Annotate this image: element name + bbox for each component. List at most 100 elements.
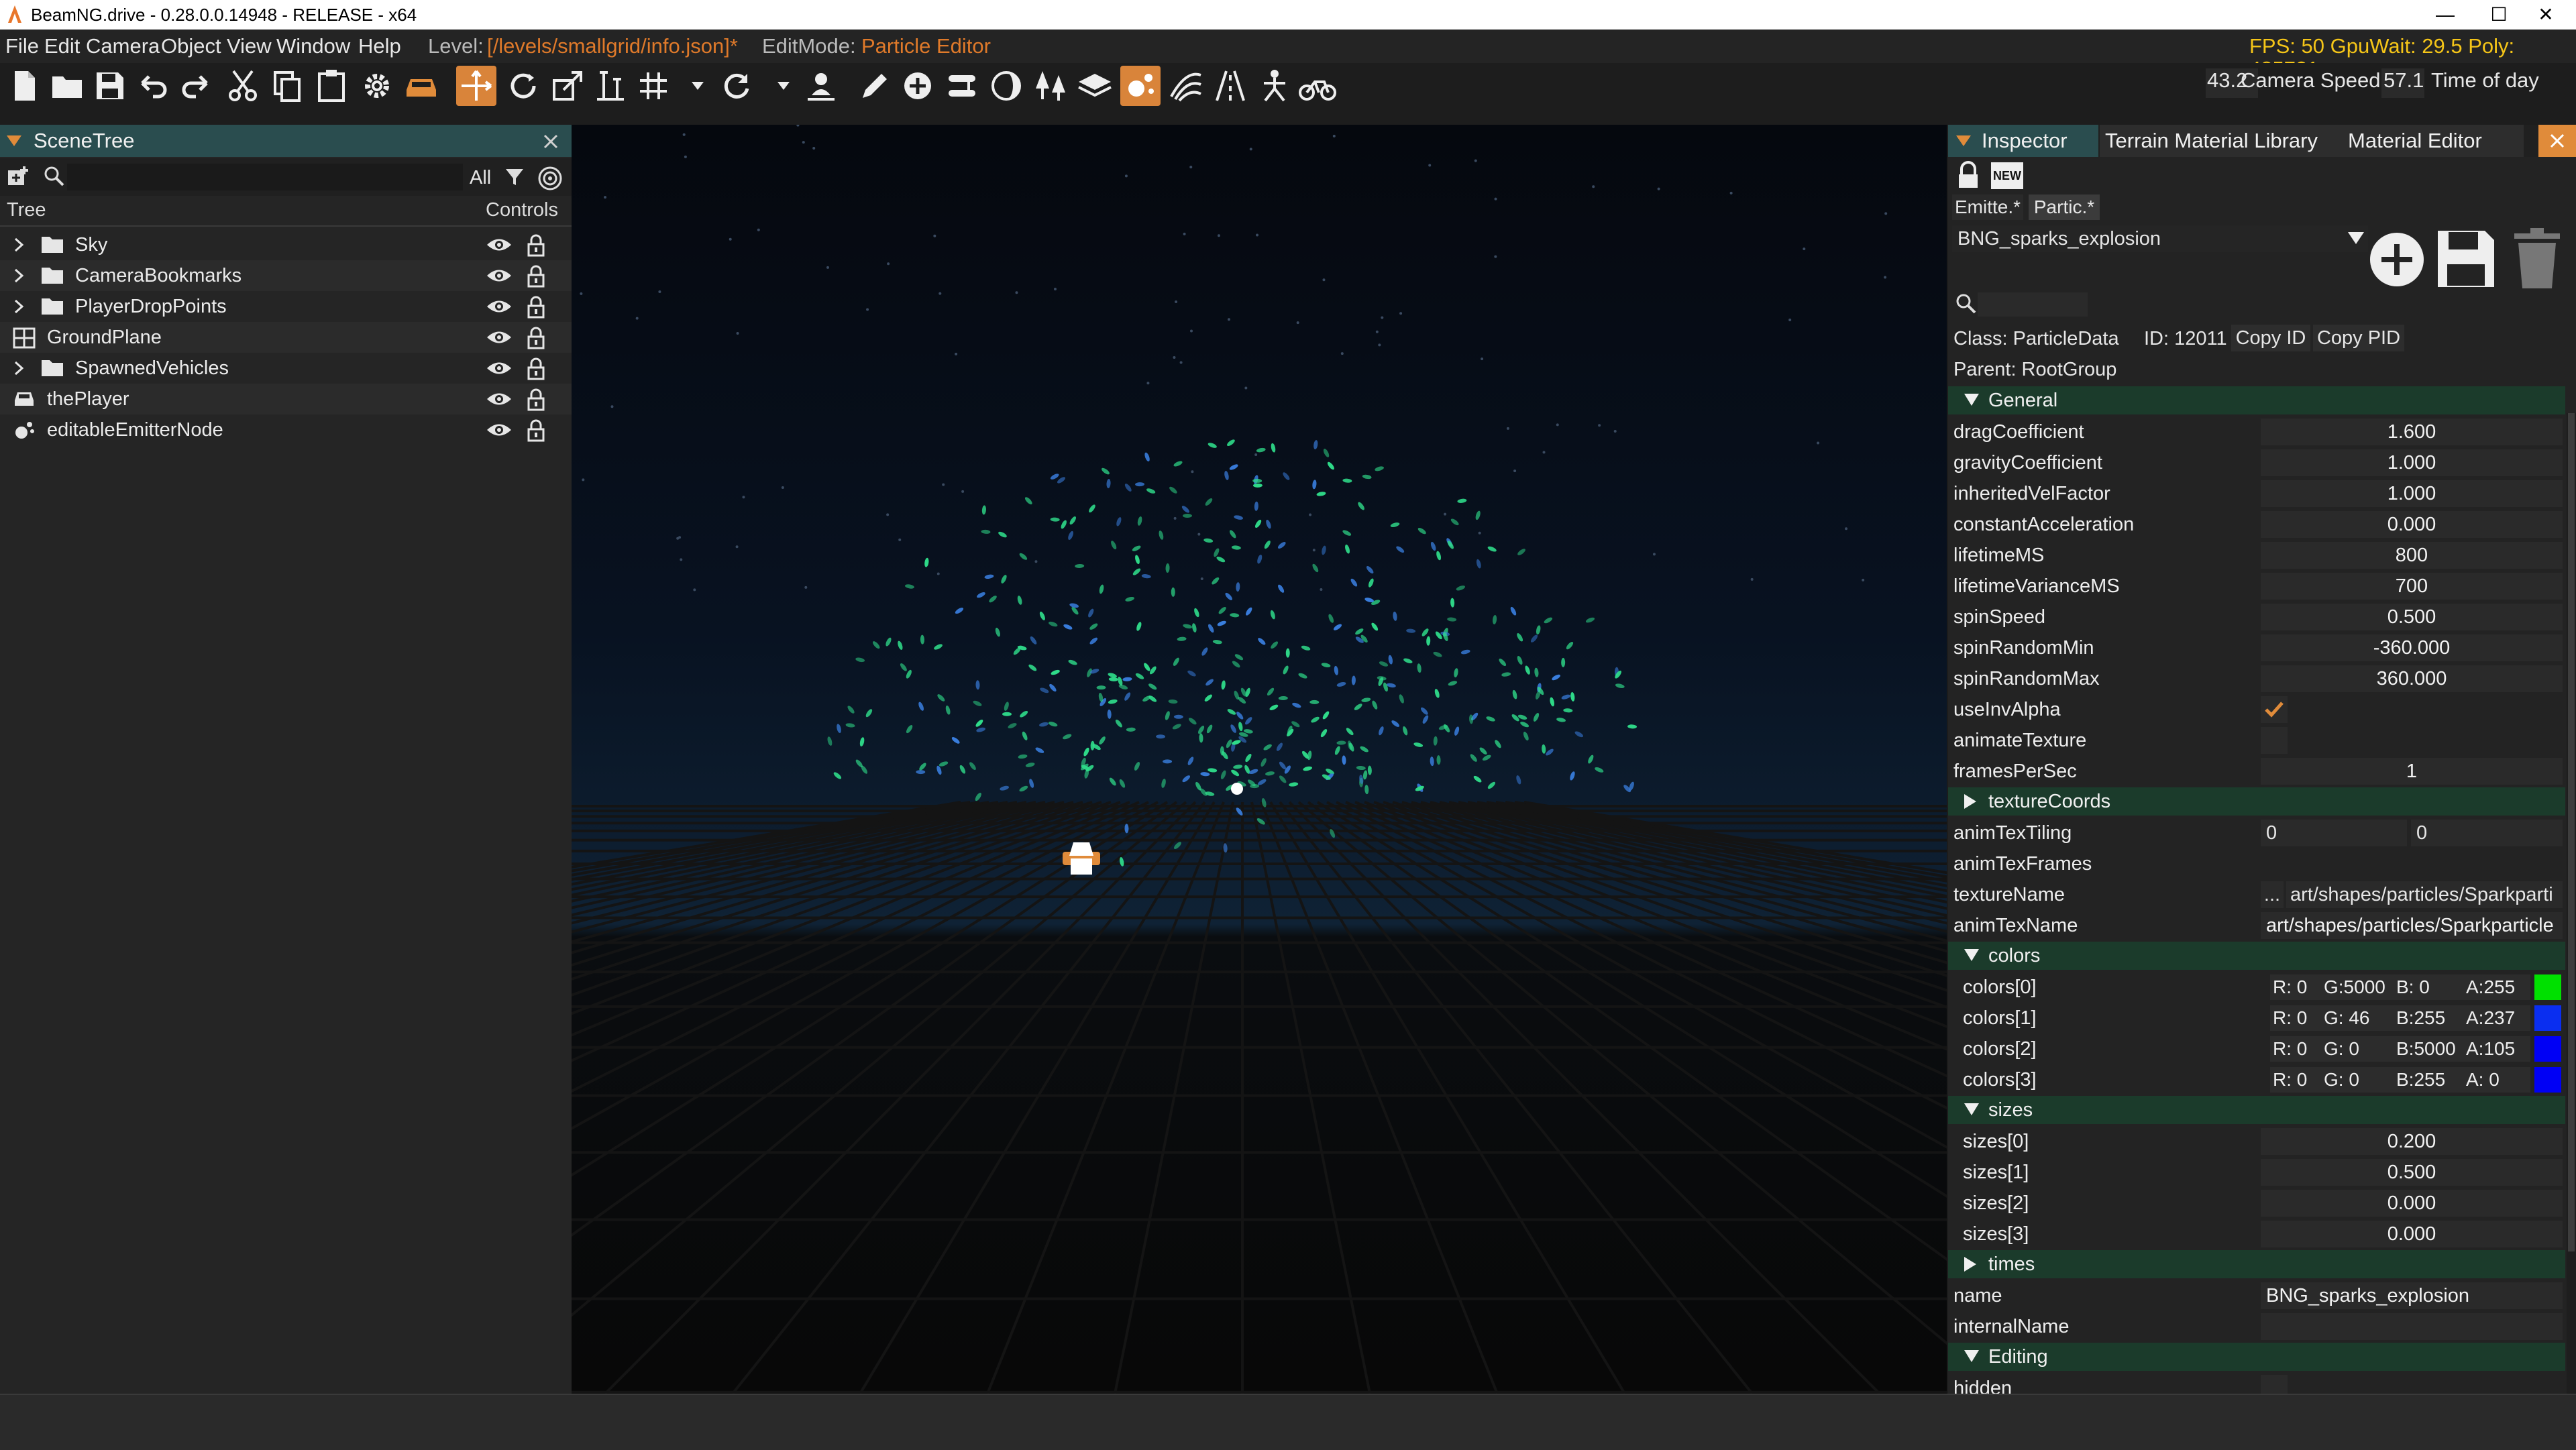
delete-particle-icon[interactable] (2512, 228, 2563, 290)
redo-icon[interactable] (176, 66, 216, 106)
section-times[interactable]: times (1948, 1250, 2565, 1278)
property-row-framesPerSec[interactable]: framesPerSec 1 (1948, 757, 2565, 786)
color-r-field[interactable]: R: 0 (2270, 974, 2321, 1000)
property-value-field[interactable]: 0.000 (2261, 511, 2563, 538)
property-value-field[interactable]: 700 (2261, 573, 2563, 600)
rotate-gizmo-icon[interactable] (503, 66, 543, 106)
lock-open-icon[interactable] (526, 295, 546, 323)
property-value-field[interactable]: 800 (2261, 542, 2563, 569)
property-row-gravityCoefficient[interactable]: gravityCoefficient 1.000 (1948, 448, 2565, 478)
tree-item-spawnedvehicles[interactable]: SpawnedVehicles (0, 353, 572, 384)
section-editing[interactable]: Editing (1948, 1343, 2565, 1371)
river-icon[interactable] (1210, 66, 1250, 106)
property-row-dragCoefficient[interactable]: dragCoefficient 1.600 (1948, 417, 2565, 447)
visibility-eye-icon[interactable] (486, 390, 513, 411)
property-row-animTexName[interactable]: animTexName art/shapes/particles/Sparkpar… (1948, 911, 2565, 940)
color-a-field[interactable]: A:105 (2463, 1036, 2530, 1062)
property-row-constantAcceleration[interactable]: constantAcceleration 0.000 (1948, 510, 2565, 539)
section-expanded-icon[interactable] (1963, 1348, 1980, 1367)
tree-item-groundplane[interactable]: GroundPlane (0, 322, 572, 353)
section-texture-coords[interactable]: textureCoords (1948, 787, 2565, 816)
visibility-eye-icon[interactable] (486, 298, 513, 319)
forest-icon[interactable] (1030, 66, 1071, 106)
checkbox-checked[interactable] (2261, 696, 2288, 723)
scrollbar-thumb[interactable] (2568, 413, 2575, 1251)
section-sizes[interactable]: sizes (1948, 1096, 2565, 1124)
visibility-eye-icon[interactable] (486, 329, 513, 349)
emitter-node-marker[interactable] (1231, 783, 1243, 795)
section-expanded-icon[interactable] (1963, 947, 1980, 966)
vehicle-icon[interactable] (401, 66, 441, 106)
lock-open-icon[interactable] (526, 388, 546, 415)
color-b-field[interactable]: B: 0 (2394, 974, 2463, 1000)
tiling-x-field[interactable]: 0 (2261, 820, 2407, 846)
paste-icon[interactable] (311, 66, 352, 106)
chevron-right-icon[interactable] (13, 299, 24, 317)
tab-particle[interactable]: Partic.* (2029, 194, 2100, 220)
navmesh-icon[interactable] (1254, 66, 1295, 106)
scale-gizmo-icon[interactable] (547, 66, 588, 106)
tree-item-sky[interactable]: Sky (0, 229, 572, 260)
close-window-button[interactable]: ✕ (2516, 0, 2576, 30)
property-value-field[interactable]: 1 (2261, 758, 2563, 785)
menu-help[interactable]: Help (358, 35, 401, 58)
lock-open-icon[interactable] (526, 419, 546, 446)
snap-grid-icon[interactable] (633, 66, 674, 106)
menu-object[interactable]: Object (161, 35, 221, 58)
time-of-day-value[interactable]: 57.1 (2383, 68, 2424, 93)
filter-dropdown-label[interactable]: All (470, 166, 491, 189)
tree-item-camerabookmarks[interactable]: CameraBookmarks (0, 260, 572, 291)
color-g-field[interactable]: G: 0 (2321, 1067, 2394, 1093)
visibility-eye-icon[interactable] (486, 267, 513, 288)
chevron-right-icon[interactable] (13, 237, 24, 256)
tab-material-editor[interactable]: Material Editor (2343, 125, 2524, 157)
rotation-snap-icon[interactable] (716, 66, 757, 106)
dropdown-arrow-icon[interactable] (678, 66, 704, 106)
color-r-field[interactable]: R: 0 (2270, 1067, 2321, 1093)
color-b-field[interactable]: B:255 (2394, 1005, 2463, 1031)
color-row-3[interactable]: colors[3] R: 0 G: 0 B:255 A: 0 (1948, 1065, 2565, 1095)
color-swatch[interactable] (2534, 1036, 2561, 1062)
color-g-field[interactable]: G:5000 (2321, 974, 2394, 1000)
property-row-animTexFrames[interactable]: animTexFrames (1948, 849, 2565, 879)
color-a-field[interactable]: A:237 (2463, 1005, 2530, 1031)
menu-window[interactable]: Window (276, 35, 350, 58)
color-b-field[interactable]: B:255 (2394, 1067, 2463, 1093)
tree-item-theplayer[interactable]: thePlayer (0, 384, 572, 414)
save-icon[interactable] (90, 66, 130, 106)
color-swatch[interactable] (2534, 974, 2561, 1000)
save-particle-icon[interactable] (2434, 227, 2498, 291)
tree-item-playerdroppoints[interactable]: PlayerDropPoints (0, 291, 572, 322)
checkbox-unchecked[interactable] (2261, 727, 2288, 754)
property-row-animTexTiling[interactable]: animTexTiling 0 0 (1948, 818, 2565, 848)
minimize-button[interactable]: — (2415, 0, 2475, 30)
property-value-field[interactable]: 0.200 (2261, 1128, 2563, 1155)
browse-texture-button[interactable]: ... (2261, 881, 2284, 908)
align-icon[interactable] (590, 66, 631, 106)
section-collapsed-icon[interactable] (1963, 1256, 1978, 1276)
menu-camera[interactable]: Camera (86, 35, 160, 58)
terrain-layers-icon[interactable] (1075, 66, 1115, 106)
undo-icon[interactable] (133, 66, 173, 106)
section-collapsed-icon[interactable] (1963, 793, 1978, 814)
color-swatch[interactable] (2534, 1067, 2561, 1093)
new-badge-button[interactable]: NEW (1991, 162, 2023, 189)
property-row-inheritedVelFactor[interactable]: inheritedVelFactor 1.000 (1948, 479, 2565, 508)
cut-icon[interactable] (223, 66, 263, 106)
scene-tree-search-input[interactable] (67, 164, 463, 190)
add-group-icon[interactable] (5, 165, 30, 189)
color-a-field[interactable]: A:255 (2463, 974, 2530, 1000)
size-row-0[interactable]: sizes[0] 0.200 (1948, 1127, 2565, 1156)
lock-open-icon[interactable] (526, 326, 546, 353)
property-value-field[interactable]: 0.500 (2261, 1159, 2563, 1186)
property-row-spinRandomMax[interactable]: spinRandomMax 360.000 (1948, 664, 2565, 693)
property-value-field[interactable]: 0.000 (2261, 1221, 2563, 1247)
close-inspector-button[interactable] (2538, 125, 2576, 157)
property-value-field[interactable]: 0.500 (2261, 604, 2563, 630)
chevron-right-icon[interactable] (13, 361, 24, 379)
particle-editor-icon[interactable] (1120, 66, 1161, 106)
property-value-field[interactable]: 1.000 (2261, 449, 2563, 476)
bicycle-icon[interactable] (1297, 66, 1338, 106)
tiling-y-field[interactable]: 0 (2411, 820, 2563, 846)
settings-gear-icon[interactable] (357, 66, 397, 106)
